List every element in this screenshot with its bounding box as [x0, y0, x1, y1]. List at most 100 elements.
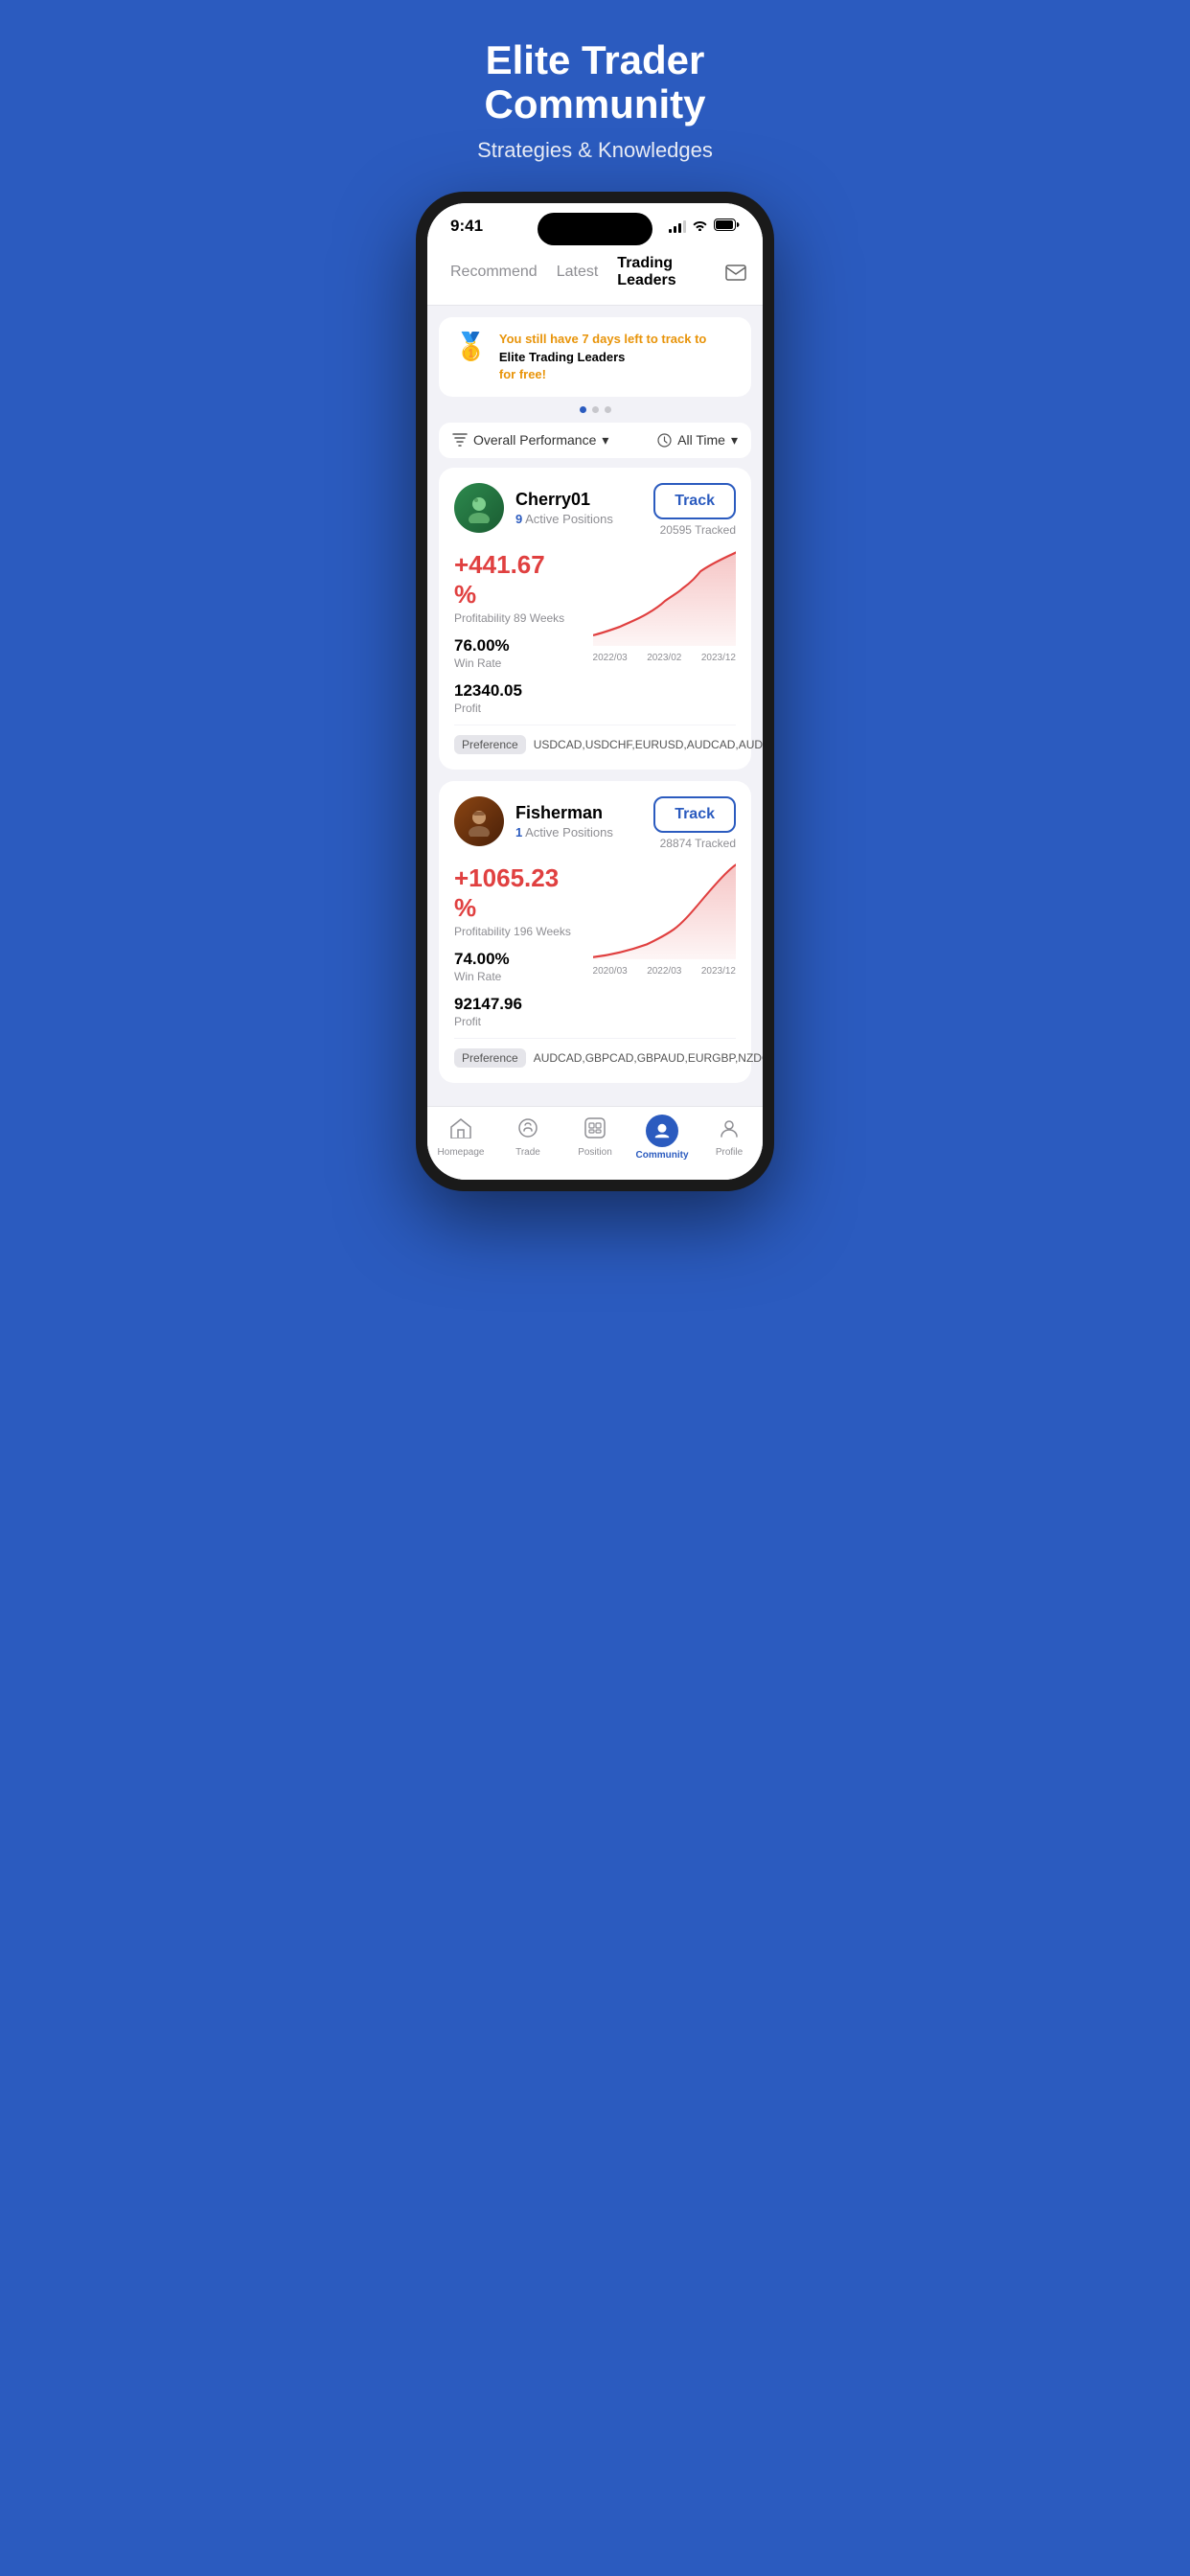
chart-col-fisherman: 2020/03 2022/03 2023/12 — [593, 863, 736, 1028]
avatar-cherry01 — [454, 483, 504, 533]
promo-banner: 🥇 You still have 7 days left to track to… — [439, 317, 751, 397]
tracked-count-cherry01: 20595 Tracked — [660, 523, 736, 537]
hero-section: Elite Trader Community Strategies & Know… — [416, 38, 774, 163]
win-rate-label-cherry01: Win Rate — [454, 656, 574, 670]
signal-bar-2 — [674, 226, 676, 233]
trader-positions-fisherman: 1 Active Positions — [515, 825, 613, 840]
tracked-count-fisherman: 28874 Tracked — [660, 837, 736, 850]
dynamic-island — [538, 213, 652, 245]
trader-header-cherry01: Cherry01 9 Active Positions Track 20595 … — [454, 483, 736, 537]
home-icon — [449, 1117, 472, 1144]
trader-name-fisherman: Fisherman — [515, 803, 613, 823]
trader-details-cherry01: Cherry01 9 Active Positions — [515, 490, 613, 526]
mail-icon[interactable] — [723, 257, 747, 288]
track-button-fisherman[interactable]: Track — [653, 796, 736, 833]
time-chevron: ▾ — [731, 432, 738, 448]
dot-1 — [580, 406, 586, 413]
profitability-weeks-fisherman: Profitability 196 Weeks — [454, 925, 574, 938]
carousel-dots — [439, 406, 751, 413]
track-btn-wrapper-fisherman: Track 28874 Tracked — [653, 796, 736, 850]
tab-latest[interactable]: Latest — [549, 260, 606, 285]
signal-bar-4 — [683, 220, 686, 233]
hero-title: Elite Trader Community — [416, 38, 774, 126]
homepage-label: Homepage — [438, 1147, 485, 1158]
performance-label: Overall Performance — [473, 432, 596, 448]
win-rate-fisherman: 74.00% — [454, 950, 574, 969]
trader-card-cherry01: Cherry01 9 Active Positions Track 20595 … — [439, 468, 751, 770]
trader-positions-cherry01: 9 Active Positions — [515, 512, 613, 526]
screen-content: 🥇 You still have 7 days left to track to… — [427, 306, 763, 1106]
clock-icon — [657, 433, 672, 448]
signal-bars-icon — [669, 219, 686, 233]
position-label: Position — [578, 1147, 612, 1158]
battery-icon — [714, 218, 740, 234]
nav-item-position[interactable]: Position — [566, 1117, 624, 1158]
promo-bold: Elite Trading Leaders — [499, 350, 626, 364]
avatar-fisherman — [454, 796, 504, 846]
profit-pct-fisherman: +1065.23 % — [454, 863, 574, 923]
status-bar: 9:41 — [427, 203, 763, 243]
profit-pct-cherry01: +441.67 % — [454, 550, 574, 610]
trader-info-fisherman: Fisherman 1 Active Positions — [454, 796, 613, 846]
chart-cherry01 — [593, 550, 736, 646]
performance-filter[interactable]: Overall Performance ▾ — [452, 432, 608, 448]
filter-row: Overall Performance ▾ All Time ▾ — [439, 423, 751, 458]
signal-bar-1 — [669, 229, 672, 233]
stat-col-cherry01: +441.67 % Profitability 89 Weeks 76.00% … — [454, 550, 574, 715]
track-btn-wrapper-cherry01: Track 20595 Tracked — [653, 483, 736, 537]
svg-text:T: T — [660, 1125, 665, 1134]
stat-col-fisherman: +1065.23 % Profitability 196 Weeks 74.00… — [454, 863, 574, 1028]
time-filter[interactable]: All Time ▾ — [657, 432, 738, 448]
profit-cherry01: 12340.05 — [454, 681, 574, 701]
trade-icon — [516, 1117, 539, 1144]
bottom-nav: Homepage Trade — [427, 1106, 763, 1180]
chart-dates-cherry01: 2022/03 2023/02 2023/12 — [593, 653, 736, 663]
chart-col-cherry01: 2022/03 2023/02 2023/12 — [593, 550, 736, 715]
trader-info-cherry01: Cherry01 9 Active Positions — [454, 483, 613, 533]
pref-badge-cherry01: Preference — [454, 735, 526, 754]
chart-dates-fisherman: 2020/03 2022/03 2023/12 — [593, 966, 736, 977]
position-icon — [584, 1117, 606, 1144]
page-wrapper: Elite Trader Community Strategies & Know… — [397, 0, 793, 1210]
pref-badge-fisherman: Preference — [454, 1048, 526, 1068]
preference-row-cherry01: Preference USDCAD,USDCHF,EURUSD,AUDCAD,A… — [454, 724, 736, 754]
hero-subtitle: Strategies & Knowledges — [416, 138, 774, 163]
profile-icon — [719, 1117, 740, 1144]
trader-details-fisherman: Fisherman 1 Active Positions — [515, 803, 613, 840]
promo-medal-icon: 🥇 — [454, 331, 488, 362]
nav-item-homepage[interactable]: Homepage — [432, 1117, 490, 1158]
community-label: Community — [636, 1150, 689, 1161]
status-time: 9:41 — [450, 217, 483, 236]
profitability-weeks-cherry01: Profitability 89 Weeks — [454, 611, 574, 625]
preference-row-fisherman: Preference AUDCAD,GBPCAD,GBPAUD,EURGBP,N… — [454, 1038, 736, 1068]
pref-values-fisherman: AUDCAD,GBPCAD,GBPAUD,EURGBP,NZDCAD — [534, 1051, 763, 1065]
nav-item-trade[interactable]: Trade — [499, 1117, 557, 1158]
trade-label: Trade — [515, 1147, 540, 1158]
filter-icon — [452, 433, 468, 447]
profit-label-cherry01: Profit — [454, 702, 574, 715]
dot-2 — [592, 406, 599, 413]
nav-item-community[interactable]: T Community — [633, 1115, 691, 1161]
time-label: All Time — [677, 432, 725, 448]
chart-fisherman — [593, 863, 736, 959]
performance-chevron: ▾ — [602, 432, 608, 448]
tab-recommend[interactable]: Recommend — [443, 260, 545, 285]
profit-label-fisherman: Profit — [454, 1015, 574, 1028]
trader-stats-cherry01: +441.67 % Profitability 89 Weeks 76.00% … — [454, 550, 736, 715]
signal-bar-3 — [678, 223, 681, 233]
trader-header-fisherman: Fisherman 1 Active Positions Track 28874… — [454, 796, 736, 850]
win-rate-label-fisherman: Win Rate — [454, 970, 574, 983]
wifi-icon — [692, 218, 708, 234]
trader-card-fisherman: Fisherman 1 Active Positions Track 28874… — [439, 781, 751, 1083]
phone-frame: 9:41 — [416, 192, 774, 1191]
community-icon: T — [646, 1115, 678, 1147]
tab-trading-leaders[interactable]: Trading Leaders — [609, 251, 716, 293]
track-button-cherry01[interactable]: Track — [653, 483, 736, 519]
nav-item-profile[interactable]: Profile — [700, 1117, 758, 1158]
profile-label: Profile — [716, 1147, 743, 1158]
phone-screen: 9:41 — [427, 203, 763, 1180]
promo-suffix: for free! — [499, 367, 546, 381]
trader-name-cherry01: Cherry01 — [515, 490, 613, 510]
status-icons — [669, 218, 740, 234]
promo-highlight: You still have 7 days left to track to — [499, 332, 707, 346]
